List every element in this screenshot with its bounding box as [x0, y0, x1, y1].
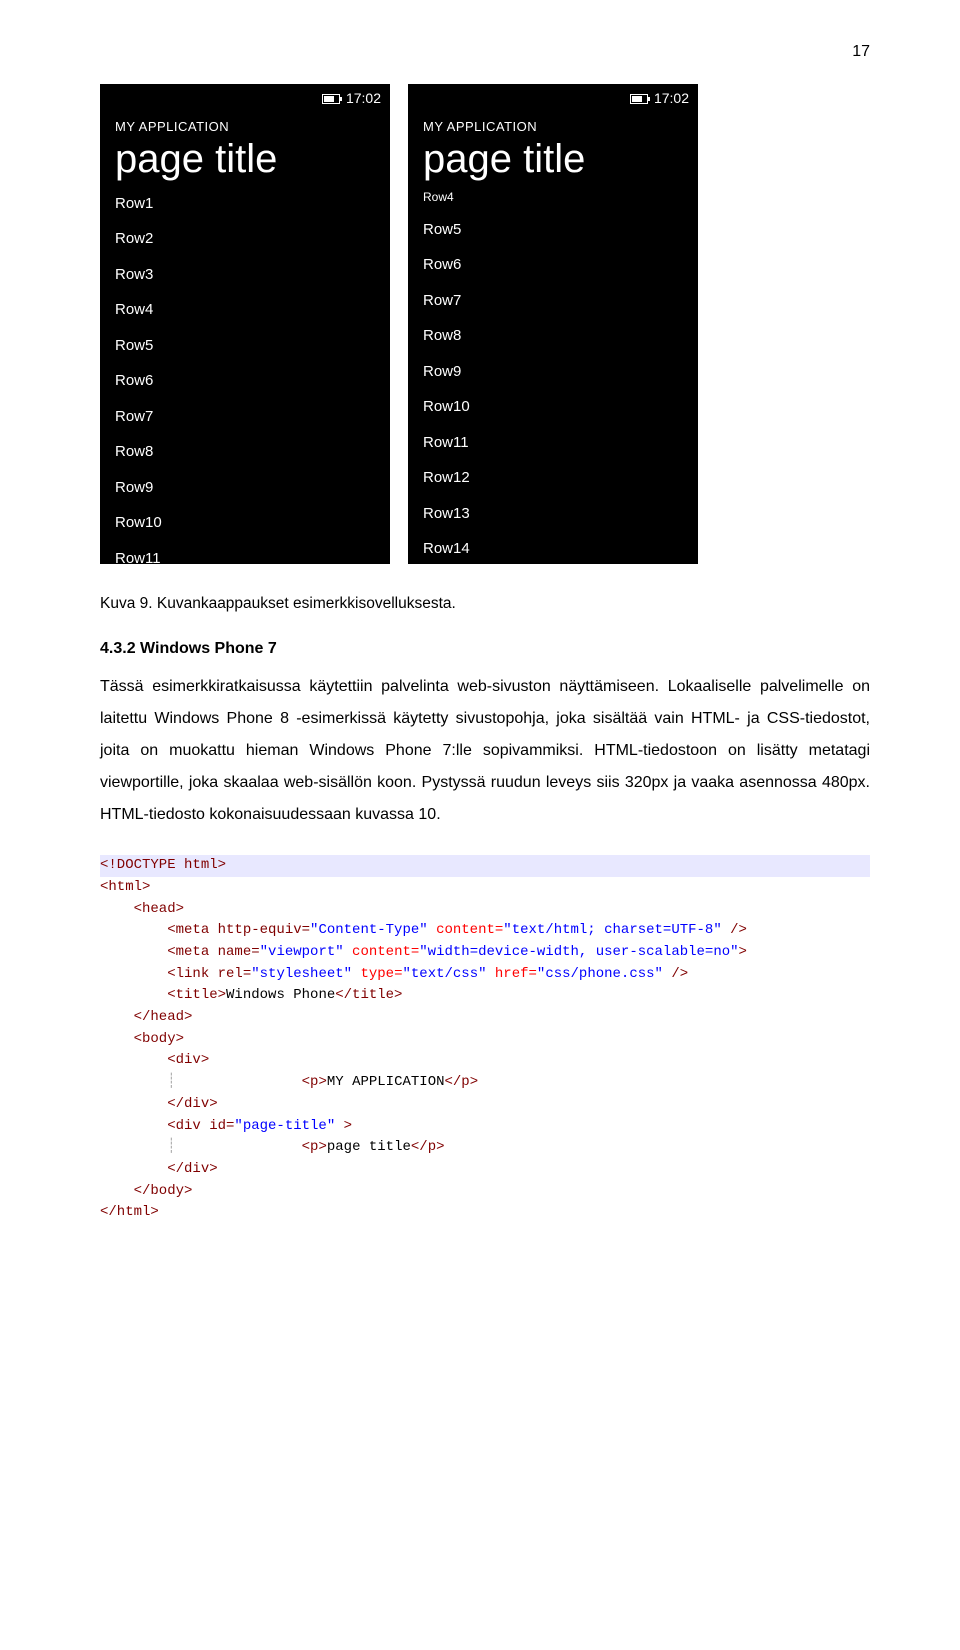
code-line: </body> [100, 1183, 192, 1199]
code-token: </p> [411, 1139, 445, 1155]
code-token: </title> [335, 987, 402, 1003]
code-token: "Content-Type" [310, 922, 428, 938]
code-token: /> [722, 922, 747, 938]
list-item[interactable]: Row6 [423, 254, 683, 277]
list-item[interactable]: Row10 [423, 396, 683, 419]
code-token: MY APPLICATION [327, 1074, 445, 1090]
code-line: </html> [100, 1204, 159, 1220]
list-item[interactable]: Row9 [423, 361, 683, 384]
app-header: MY APPLICATION [101, 109, 389, 137]
code-token: page title [327, 1139, 411, 1155]
code-token: "stylesheet" [251, 966, 352, 982]
list-item[interactable]: Row10 [115, 512, 375, 535]
code-token: <link rel= [100, 966, 251, 982]
status-time: 17:02 [654, 88, 689, 109]
code-line: <!DOCTYPE html> [100, 857, 226, 873]
code-token: <div id= [100, 1118, 234, 1134]
section-heading: 4.3.2 Windows Phone 7 [100, 637, 870, 661]
list-item[interactable]: Row5 [423, 219, 683, 242]
list-item[interactable]: Row1 [115, 193, 375, 216]
code-line: </div> [100, 1096, 218, 1112]
code-line: <body> [100, 1031, 184, 1047]
page-title: page title [101, 137, 389, 193]
code-token: type= [352, 966, 402, 982]
list-item[interactable]: Row7 [115, 406, 375, 429]
phone-screenshot-2: 17:02 MY APPLICATION page title Row4 Row… [408, 84, 698, 564]
app-header: MY APPLICATION [409, 109, 697, 137]
status-bar: 17:02 [101, 85, 389, 109]
list-item[interactable]: Row2 [115, 228, 375, 251]
battery-icon [630, 94, 648, 104]
list-item[interactable]: Row5 [115, 335, 375, 358]
list: Row1 Row2 Row3 Row4 Row5 Row6 Row7 Row8 … [101, 193, 389, 565]
list-item[interactable]: Row12 [423, 467, 683, 490]
code-token: "page-title" [234, 1118, 335, 1134]
code-token: </p> [445, 1074, 479, 1090]
figure-caption: Kuva 9. Kuvankaappaukset esimerkkisovell… [100, 592, 870, 615]
code-token: > [335, 1118, 352, 1134]
list-item[interactable]: Row8 [423, 325, 683, 348]
phone-screenshot-1: 17:02 MY APPLICATION page title Row1 Row… [100, 84, 390, 564]
body-paragraph: Tässä esimerkkiratkaisussa käytettiin pa… [100, 671, 870, 831]
code-token: "text/html; charset=UTF-8" [503, 922, 721, 938]
code-token: <p> [201, 1074, 327, 1090]
code-token: "width=device-width, user-scalable=no" [419, 944, 738, 960]
list-item[interactable]: Row6 [115, 370, 375, 393]
code-token: Windows Phone [226, 987, 335, 1003]
code-token: > [739, 944, 747, 960]
list-item[interactable]: Row8 [115, 441, 375, 464]
code-line: <html> [100, 879, 150, 895]
list-item[interactable]: Row9 [115, 477, 375, 500]
code-line: </head> [100, 1009, 192, 1025]
list-item[interactable]: Row7 [423, 290, 683, 313]
list: Row4 Row5 Row6 Row7 Row8 Row9 Row10 Row1… [409, 193, 697, 561]
status-time: 17:02 [346, 88, 381, 109]
code-token: <meta name= [100, 944, 260, 960]
code-token: <meta http-equiv= [100, 922, 310, 938]
battery-icon [322, 94, 340, 104]
code-token: "text/css" [402, 966, 486, 982]
list-item[interactable]: Row3 [115, 264, 375, 287]
list-item[interactable]: Row11 [115, 548, 375, 565]
code-line: </div> [100, 1161, 218, 1177]
code-listing: <!DOCTYPE html> <html> <head> <meta http… [100, 851, 870, 1228]
code-token: /> [663, 966, 688, 982]
page-number: 17 [100, 40, 870, 64]
code-token: "css/phone.css" [537, 966, 663, 982]
code-token: <p> [201, 1139, 327, 1155]
code-token: href= [487, 966, 537, 982]
list-item[interactable]: Row14 [423, 538, 683, 561]
list-item[interactable]: Row13 [423, 503, 683, 526]
page-title: page title [409, 137, 697, 193]
status-bar: 17:02 [409, 85, 697, 109]
code-token: "viewport" [260, 944, 344, 960]
list-item[interactable]: Row11 [423, 432, 683, 455]
code-token: content= [344, 944, 420, 960]
code-line: <div> [100, 1052, 209, 1068]
code-token: content= [428, 922, 504, 938]
code-token: <title> [100, 987, 226, 1003]
code-line: <head> [100, 901, 184, 917]
list-item[interactable]: Row4 [115, 299, 375, 322]
list-item-partial[interactable]: Row4 [423, 188, 683, 206]
screenshots-container: 17:02 MY APPLICATION page title Row1 Row… [100, 84, 870, 564]
